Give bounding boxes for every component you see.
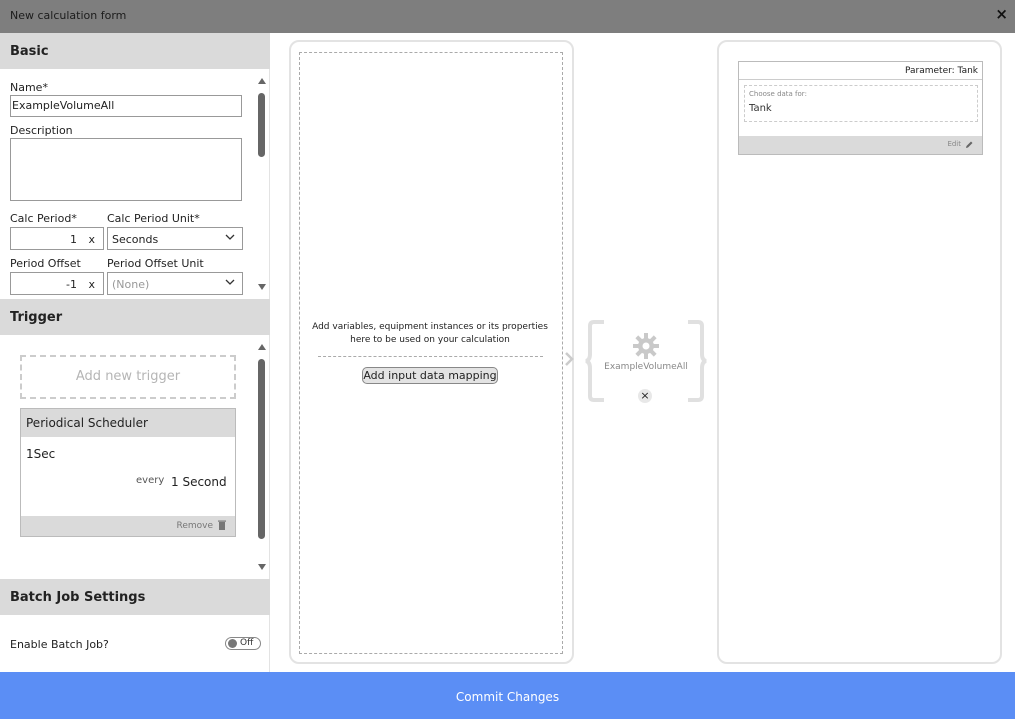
choose-data-value: Tank (749, 103, 772, 114)
name-input[interactable]: ExampleVolumeAll (10, 95, 242, 117)
brace-left-icon (585, 320, 604, 402)
basic-scrollbar-thumb[interactable] (258, 93, 265, 157)
description-label: Description (10, 124, 73, 137)
edit-parameter-button[interactable]: Edit (947, 140, 961, 148)
calc-period-unit-value: Seconds (112, 233, 159, 246)
gear-icon (633, 333, 659, 359)
period-offset-input[interactable]: -1 x (10, 272, 104, 295)
chevron-down-icon (225, 234, 235, 240)
trigger-name: 1Sec (26, 447, 56, 461)
batch-header-label: Batch Job Settings (10, 590, 146, 605)
basic-section-header[interactable]: Basic (0, 33, 270, 69)
arrow-right-icon (565, 352, 574, 366)
scroll-up-arrow[interactable] (258, 344, 266, 350)
parameter-card-header: Parameter: Tank (739, 62, 982, 80)
divider (318, 356, 543, 357)
toggle-knob (228, 639, 237, 648)
basic-header-label: Basic (10, 44, 49, 59)
trigger-every-label: every (136, 475, 165, 486)
calc-period-value: 1 (70, 233, 77, 246)
trash-icon[interactable] (218, 520, 226, 530)
scroll-down-arrow[interactable] (258, 284, 266, 290)
left-panel: Basic Name* ExampleVolumeAll Description… (0, 33, 270, 672)
period-offset-unit-label: Period Offset Unit (107, 257, 204, 270)
trigger-scrollbar-thumb[interactable] (258, 359, 265, 539)
period-offset-value: -1 (66, 278, 77, 291)
trigger-card-footer: Remove (21, 516, 235, 536)
enable-batch-toggle[interactable]: Off (225, 637, 261, 650)
calc-period-unit-label: Calc Period Unit* (107, 212, 200, 225)
chevron-down-icon (225, 279, 235, 285)
calc-period-input[interactable]: 1 x (10, 227, 104, 250)
add-input-mapping-button[interactable]: Add input data mapping (362, 367, 498, 384)
enable-batch-label: Enable Batch Job? (10, 638, 109, 651)
trigger-card: Periodical Scheduler 1Sec every 1 Second… (20, 408, 236, 537)
period-offset-label: Period Offset (10, 257, 81, 270)
period-offset-unit-select[interactable]: (None) (107, 272, 243, 295)
trigger-section-header[interactable]: Trigger (0, 299, 270, 335)
remove-trigger-button[interactable]: Remove (176, 521, 213, 531)
name-label: Name* (10, 81, 48, 94)
parameter-card-footer: Edit (739, 136, 982, 154)
input-dropzone[interactable] (299, 52, 563, 654)
period-offset-unit-value: (None) (112, 278, 150, 291)
trigger-header-label: Trigger (10, 310, 63, 325)
input-hint: Add variables, equipment instances or it… (312, 322, 548, 345)
trigger-period: 1 Second (171, 475, 227, 489)
parameter-card: Parameter: Tank Choose data for: Tank Ed… (738, 61, 983, 155)
window-title: New calculation form (10, 9, 127, 22)
title-bar: New calculation form × (0, 0, 1015, 33)
close-icon[interactable]: × (995, 5, 1008, 23)
scroll-down-arrow[interactable] (258, 564, 266, 570)
parameter-name: Parameter: Tank (905, 66, 978, 76)
period-offset-clear-icon[interactable]: x (88, 278, 95, 291)
commit-changes-button[interactable]: Commit Changes (0, 672, 1015, 719)
add-trigger-button[interactable]: Add new trigger (20, 355, 236, 399)
pencil-icon[interactable] (965, 141, 973, 149)
calc-period-clear-icon[interactable]: x (88, 233, 95, 246)
trigger-type: Periodical Scheduler (26, 416, 148, 430)
choose-data-label: Choose data for: (749, 90, 807, 98)
toggle-label: Off (240, 638, 254, 648)
brace-right-icon (688, 320, 707, 402)
remove-calculation-icon[interactable]: × (638, 389, 652, 403)
calc-period-label: Calc Period* (10, 212, 77, 225)
description-textarea[interactable] (10, 138, 242, 201)
trigger-card-header: Periodical Scheduler (21, 409, 235, 437)
batch-section-header[interactable]: Batch Job Settings (0, 579, 270, 615)
choose-data-dropzone[interactable]: Choose data for: Tank (744, 85, 978, 122)
calc-period-unit-select[interactable]: Seconds (107, 227, 243, 250)
scroll-up-arrow[interactable] (258, 78, 266, 84)
